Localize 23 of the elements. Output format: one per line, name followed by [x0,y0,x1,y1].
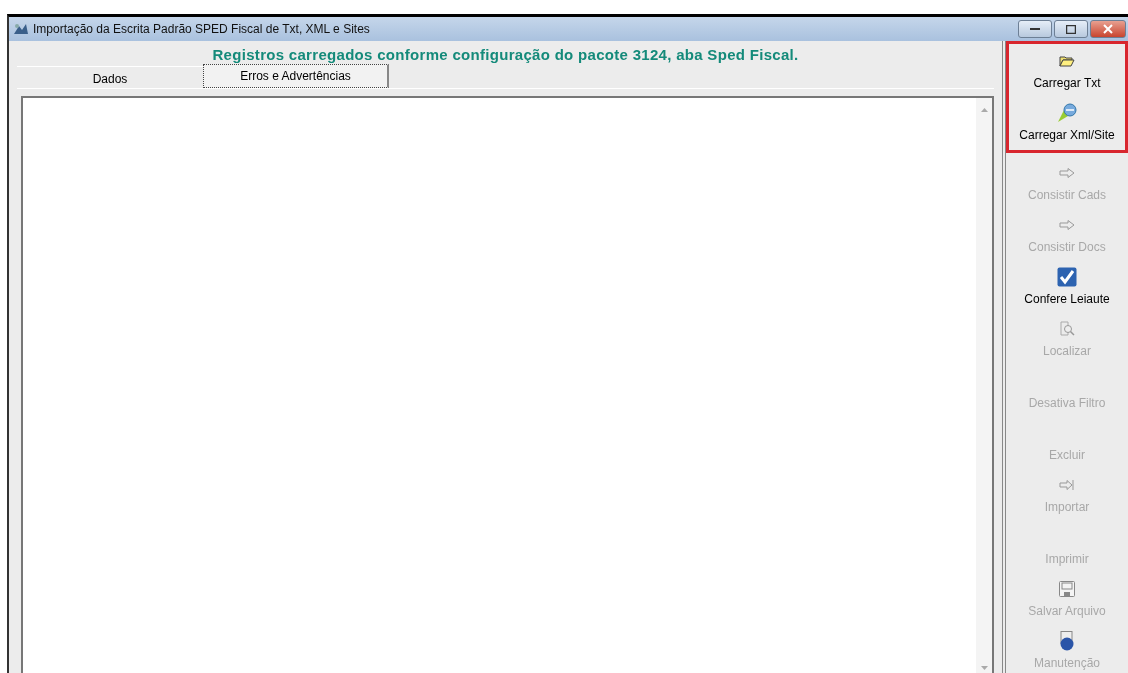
arrow-icon[interactable] [1059,220,1075,230]
arrow-icon[interactable] [1059,480,1075,490]
toolbar-button[interactable]: Carregar Xml/Site [1019,126,1115,148]
arrow-icon[interactable] [1059,168,1075,178]
minimize-button[interactable] [1018,20,1052,38]
close-button[interactable] [1090,20,1126,38]
window-title: Importação da Escrita Padrão SPED Fiscal de Txt, XML e Sites [33,22,371,36]
status-message: Registros carregados conforme configuração do pacote 3124, aba Sped Fiscal. [211,45,800,65]
checkbox-icon[interactable] [1057,267,1077,287]
folder-icon[interactable] [1059,55,1075,67]
tab[interactable]: Erros e Advertências [203,64,389,88]
minimize-icon [1030,27,1040,31]
toolbar-button[interactable]: Carregar Txt [1033,74,1101,96]
search-icon[interactable] [1059,321,1075,337]
scrollbar[interactable] [976,98,992,673]
app-icon [13,22,29,36]
toolbar-button[interactable]: Confere Leiaute [1024,290,1110,312]
maximize-icon [1066,24,1076,34]
maximize-button[interactable] [1054,20,1088,38]
save-icon[interactable] [1059,581,1075,597]
scroll-up-icon[interactable] [980,108,988,112]
scroll-down-icon[interactable] [980,666,988,670]
close-icon [1103,24,1113,34]
